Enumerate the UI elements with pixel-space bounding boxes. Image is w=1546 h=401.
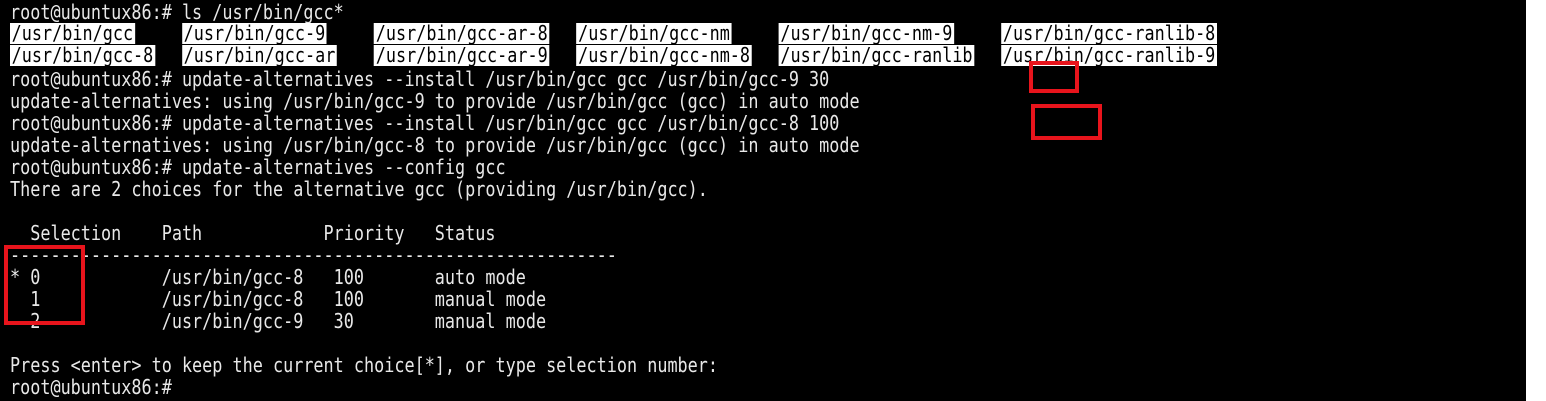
ls-entry-gcc-ar-9: /usr/bin/gcc-ar-9 [374, 43, 550, 67]
ls-output-row-2: /usr/bin/gcc-8 /usr/bin/gcc-ar /usr/bin/… [10, 45, 1217, 67]
ls-entry-gcc-nm-9: /usr/bin/gcc-nm-9 [778, 21, 955, 45]
alternatives-table-divider: ----------------------------------------… [10, 243, 617, 267]
terminal-line-install-gcc-9-result: update-alternatives: using /usr/bin/gcc-… [10, 89, 860, 113]
ls-entry-gcc-nm: /usr/bin/gcc-nm [576, 21, 732, 45]
alternatives-table-header: Selection Path Priority Status [10, 221, 496, 245]
ls-entry-gcc: /usr/bin/gcc [10, 21, 135, 45]
terminal-line-install-gcc-9: root@ubuntux86:# update-alternatives --i… [10, 67, 830, 91]
ls-entry-gcc-ar-8: /usr/bin/gcc-ar-8 [374, 21, 550, 45]
ls-entry-gcc-ar: /usr/bin/gcc-ar [181, 43, 338, 67]
ls-entry-gcc-ranlib-9: /usr/bin/gcc-ranlib-9 [1001, 43, 1217, 67]
window-margin [1526, 0, 1546, 401]
terminal-line-ls-command: root@ubuntux86:# ls /usr/bin/gcc* [10, 0, 344, 24]
terminal-line-selection-prompt: Press <enter> to keep the current choice… [10, 353, 719, 377]
alternatives-table-row-0: * 0 /usr/bin/gcc-8 100 auto mode [10, 265, 526, 289]
ls-entry-gcc-nm-8: /usr/bin/gcc-nm-8 [576, 43, 752, 67]
alternatives-table-row-1: 1 /usr/bin/gcc-8 100 manual mode [10, 287, 547, 311]
terminal-line-install-gcc-8: root@ubuntux86:# update-alternatives --i… [10, 111, 840, 135]
ls-entry-gcc-8: /usr/bin/gcc-8 [10, 43, 155, 67]
ls-entry-gcc-ranlib-8: /usr/bin/gcc-ranlib-8 [1001, 21, 1217, 45]
terminal-line-install-gcc-8-result: update-alternatives: using /usr/bin/gcc-… [10, 133, 860, 157]
terminal-line-final-prompt[interactable]: root@ubuntux86:# [10, 376, 172, 398]
ls-output-row-1: /usr/bin/gcc /usr/bin/gcc-9 /usr/bin/gcc… [10, 23, 1217, 45]
terminal-line-choices-summary: There are 2 choices for the alternative … [10, 177, 708, 201]
alternatives-table-row-2: 2 /usr/bin/gcc-9 30 manual mode [10, 309, 547, 333]
ls-entry-gcc-ranlib: /usr/bin/gcc-ranlib [778, 43, 975, 67]
terminal-line-config-command: root@ubuntux86:# update-alternatives --c… [10, 155, 506, 179]
annotation-box-priority-100 [1031, 104, 1102, 140]
ls-entry-gcc-9: /usr/bin/gcc-9 [181, 21, 327, 45]
terminal-window[interactable]: root@ubuntux86:# ls /usr/bin/gcc* /usr/b… [0, 0, 1526, 401]
